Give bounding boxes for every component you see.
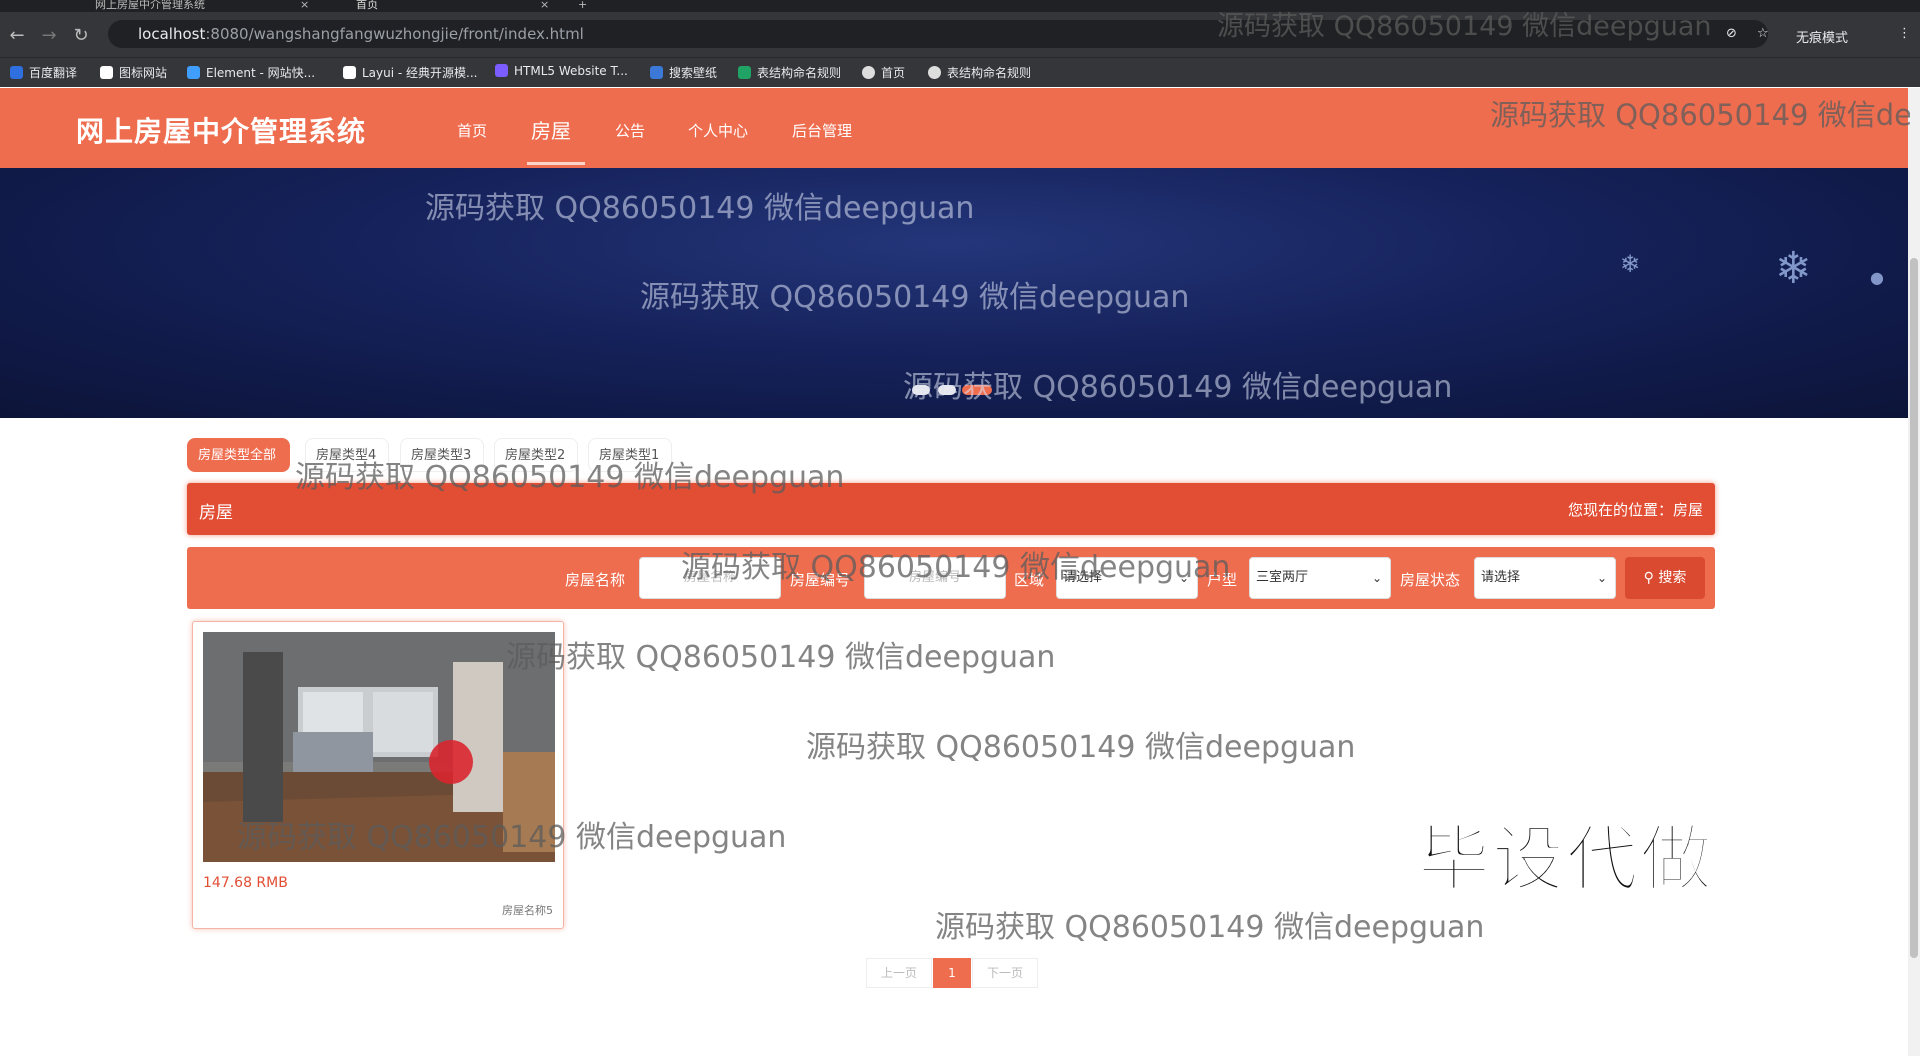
snowflake-icon: ❄: [1620, 250, 1641, 278]
search-button-label: 搜索: [1658, 570, 1687, 586]
bookmark-label: 表结构命名规则: [947, 66, 1032, 80]
next-page-button[interactable]: 下一页: [972, 958, 1038, 988]
status-select[interactable]: 请选择 ⌄: [1474, 557, 1616, 599]
bookmark-item[interactable]: Element - 网站快...: [187, 64, 315, 81]
bookmark-item[interactable]: 百度翻译: [10, 64, 77, 81]
element-logo-icon: [187, 66, 200, 79]
sheet-icon: [738, 66, 751, 79]
watermark: 源码获取 QQ86050149 微信deepguan: [935, 910, 1485, 945]
nav-home[interactable]: 首页: [457, 120, 487, 141]
new-tab-icon[interactable]: +: [578, 0, 587, 12]
status-label: 房屋状态: [1400, 571, 1461, 589]
globe-icon: [862, 66, 875, 79]
bookmark-label: Element - 网站快...: [206, 66, 316, 80]
bookmark-label: 搜索壁纸: [669, 66, 718, 80]
promo-text: 毕设代做: [1417, 816, 1715, 902]
site-title: 网上房屋中介管理系统: [76, 115, 367, 148]
watermark: 源码获取 QQ86050149 微信deepguan: [1217, 11, 1712, 42]
star-icon[interactable]: ☆: [1757, 26, 1769, 41]
bookmark-icon: [10, 66, 23, 79]
watermark: 源码获取 QQ86050149 微信deepguan: [506, 640, 1056, 675]
section-title: 房屋: [199, 503, 233, 523]
chevron-down-icon: ⌄: [1371, 571, 1382, 585]
breadcrumb: 您现在的位置：房屋: [1567, 501, 1703, 519]
bookmark-item[interactable]: 首页: [862, 64, 905, 81]
search-icon: ⚲: [1643, 570, 1654, 586]
bookmark-label: 图标网站: [119, 66, 168, 80]
bookmark-item[interactable]: 图标网站: [100, 64, 167, 81]
layout-select-value: 三室两厅: [1256, 570, 1309, 585]
status-select-value: 请选择: [1481, 570, 1521, 585]
nav-houses[interactable]: 房屋: [531, 115, 571, 144]
watermark: 源码获取 QQ86050149 微信deepguan: [425, 191, 975, 226]
url-path: :8080/wangshangfangwuzhongjie/front/inde…: [205, 25, 584, 43]
bookmark-label: 百度翻译: [29, 66, 78, 80]
snowflake-icon: ❄: [1775, 243, 1812, 294]
layui-logo-icon: [343, 66, 356, 79]
watermark: 源码获取 QQ86050149 微信deepguan: [295, 460, 845, 495]
watermark: 源码获取 QQ86050149 微信deepguan: [237, 820, 787, 855]
nav-personal-center[interactable]: 个人中心: [688, 120, 748, 141]
reload-icon[interactable]: ↻: [70, 25, 92, 47]
type-tab-all[interactable]: 房屋类型全部: [187, 438, 290, 472]
bookmarks-bar: 百度翻译 图标网站 Element - 网站快... Layui - 经典开源模…: [0, 57, 1920, 87]
nav-notices[interactable]: 公告: [615, 120, 645, 141]
page-button-current[interactable]: 1: [933, 958, 971, 988]
browser-tab[interactable]: 首页: [356, 0, 378, 12]
close-icon[interactable]: ×: [540, 0, 549, 12]
house-price: 147.68 RMB: [203, 875, 288, 891]
watermark: 源码获取 QQ86050149 微信deepguan: [806, 730, 1356, 765]
search-button[interactable]: ⚲ 搜索: [1625, 557, 1705, 599]
scrollbar-thumb[interactable]: [1910, 258, 1918, 958]
bookmark-item[interactable]: Layui - 经典开源模...: [343, 64, 477, 81]
url-host: localhost: [138, 25, 206, 43]
wallpaper-icon: [650, 66, 663, 79]
bookmark-label: 首页: [881, 66, 906, 80]
close-icon[interactable]: ×: [300, 0, 309, 12]
incognito-label[interactable]: 无痕模式: [1796, 27, 1848, 46]
bookmark-item[interactable]: HTML5 Website T...: [495, 64, 628, 78]
watermark: 源码获取 QQ86050149 微信deepguan: [681, 550, 1231, 585]
bookmark-item[interactable]: 表结构命名规则: [928, 64, 1031, 81]
house-name-label: 房屋名称: [565, 571, 626, 589]
menu-icon[interactable]: ⋮: [1898, 26, 1911, 41]
snowflake-icon: ●: [1870, 268, 1884, 287]
bookmark-item[interactable]: 搜索壁纸: [650, 64, 717, 81]
active-nav-indicator: [527, 162, 585, 165]
bookmark-label: HTML5 Website T...: [514, 64, 628, 78]
watermark: 源码获取 QQ86050149 微信deepguan: [640, 280, 1190, 315]
bookmark-label: 表结构命名规则: [757, 66, 842, 80]
bookmark-item[interactable]: 表结构命名规则: [738, 64, 841, 81]
forward-icon[interactable]: →: [38, 25, 60, 47]
house-name: 房屋名称5: [502, 904, 553, 917]
nav-admin[interactable]: 后台管理: [792, 120, 852, 141]
watermark: 源码获取 QQ86050149 微信deepguan: [1490, 98, 1910, 132]
layout-select[interactable]: 三室两厅 ⌄: [1249, 557, 1391, 599]
html5-icon: [495, 64, 508, 77]
eye-off-icon[interactable]: ⊘: [1726, 26, 1737, 41]
bookmark-label: Layui - 经典开源模...: [362, 66, 478, 80]
globe-icon: [928, 66, 941, 79]
chevron-down-icon: ⌄: [1596, 571, 1607, 585]
watermark: 源码获取 QQ86050149 微信deepguan: [903, 370, 1453, 405]
prev-page-button[interactable]: 上一页: [866, 958, 932, 988]
flag-icon: [100, 66, 113, 79]
browser-tab[interactable]: 网上房屋中介管理系统: [95, 0, 205, 12]
back-icon[interactable]: ←: [6, 25, 28, 47]
page-scrollbar[interactable]: [1908, 88, 1920, 1056]
